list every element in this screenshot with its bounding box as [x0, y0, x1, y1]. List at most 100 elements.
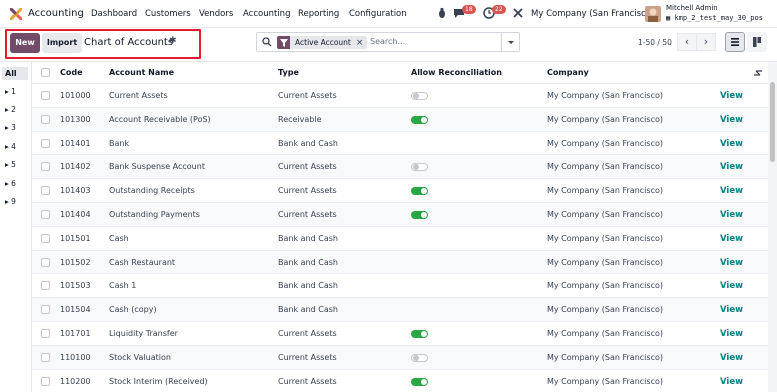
menu-customers[interactable]: Customers [145, 9, 191, 19]
row-checkbox[interactable] [41, 329, 50, 338]
row-checkbox[interactable] [41, 352, 50, 362]
table-row[interactable]: 101701 Liquidity Transfer Current Assets My… [32, 322, 768, 346]
column-header-allow-reconciliation[interactable]: Allow Reconciliation [411, 68, 502, 77]
side-filter-item-label: 2 [11, 105, 16, 114]
cell-code: 101501 [60, 233, 91, 243]
search-bar[interactable]: Active Account × Search... [256, 32, 520, 52]
reconciliation-toggle[interactable] [411, 353, 428, 362]
row-checkbox[interactable] [41, 138, 50, 148]
side-filter-item[interactable]: ▸ 9 [5, 197, 16, 206]
user-avatar[interactable] [645, 6, 661, 22]
reconciliation-toggle[interactable] [411, 163, 428, 172]
view-button[interactable]: View [720, 186, 743, 196]
view-button[interactable]: View [720, 162, 743, 172]
table-row[interactable]: 101300 Account Receivable (PoS) Receivable… [32, 107, 768, 132]
table-row[interactable]: 101503 Cash 1 Bank and Cash My Company (San… [32, 274, 768, 299]
search-options-toggle[interactable] [501, 33, 519, 51]
page-title: Chart of Accounts [84, 37, 174, 48]
reconciliation-toggle[interactable] [411, 330, 428, 338]
reconciliation-toggle[interactable] [411, 187, 428, 196]
cell-company: My Company (San Francisco) [547, 162, 663, 172]
row-checkbox[interactable] [41, 233, 50, 243]
cell-company: My Company (San Francisco) [547, 138, 663, 148]
select-all-checkbox[interactable] [41, 68, 50, 77]
scrollbar-thumb[interactable] [770, 82, 775, 162]
new-button[interactable]: New [10, 33, 40, 53]
view-button[interactable]: View [720, 210, 743, 220]
menu-reporting[interactable]: Reporting [298, 9, 339, 19]
column-header-code[interactable]: Code [60, 68, 83, 77]
reconciliation-toggle[interactable] [411, 211, 428, 219]
side-filter-item[interactable]: ▸ 2 [5, 105, 16, 114]
accounting-app-icon[interactable] [10, 8, 22, 20]
view-button[interactable]: View [720, 258, 743, 268]
table-row[interactable]: 101000 Current Assets Current Assets My Com… [32, 84, 768, 108]
column-header-company[interactable]: Company [547, 68, 589, 77]
debug-bug-icon[interactable] [436, 7, 448, 19]
side-filter-item[interactable]: ▸ 6 [5, 179, 16, 188]
view-button[interactable]: View [720, 115, 743, 125]
pager-next-button[interactable]: › [696, 33, 716, 51]
table-row[interactable]: 110200 Stock Interim (Received) Current As… [32, 370, 768, 392]
column-header-account-name[interactable]: Account Name [109, 68, 174, 77]
filter-facet[interactable]: Active Account × [277, 36, 368, 49]
view-button[interactable]: View [720, 234, 743, 244]
view-button[interactable]: View [720, 329, 743, 339]
row-checkbox[interactable] [41, 281, 50, 291]
side-filter-item[interactable]: ▸ 3 [5, 123, 16, 132]
menu-vendors[interactable]: Vendors [199, 9, 233, 19]
menu-dashboard[interactable]: Dashboard [91, 9, 137, 19]
table-row[interactable]: 101401 Bank Bank and Cash My Company (San F… [32, 132, 768, 156]
table-row[interactable]: 101501 Cash Bank and Cash My Company (San F… [32, 227, 768, 251]
cell-type: Bank and Cash [278, 281, 338, 291]
side-filter-item[interactable]: ▸ 1 [5, 87, 16, 96]
reconciliation-toggle[interactable] [411, 377, 428, 386]
table-row[interactable]: 110100 Stock Valuation Current Assets My Co… [32, 345, 768, 370]
tools-icon[interactable] [512, 7, 524, 19]
row-checkbox[interactable] [41, 376, 50, 386]
table-row[interactable]: 101504 Cash (copy) Bank and Cash My Company… [32, 298, 768, 322]
cell-account-name: Outstanding Receipts [109, 186, 195, 196]
table-row[interactable]: 101403 Outstanding Receipts Current Assets… [32, 179, 768, 203]
reconciliation-toggle[interactable] [411, 92, 428, 100]
menu-accounting[interactable]: Accounting [243, 9, 290, 19]
list-view-icon [731, 38, 739, 46]
menu-configuration[interactable]: Configuration [349, 9, 407, 19]
vertical-scrollbar[interactable] [768, 62, 777, 392]
table-row[interactable]: 101402 Bank Suspense Account Current Asset… [32, 155, 768, 180]
side-filter-item[interactable]: ▸ 4 [5, 142, 16, 151]
view-button[interactable]: View [720, 281, 743, 291]
remove-facet-icon[interactable]: × [356, 38, 368, 48]
cell-account-name: Cash [109, 233, 129, 243]
cell-company: My Company (San Francisco) [547, 281, 663, 291]
import-button[interactable]: Import [42, 33, 82, 53]
side-filter-all[interactable]: All [2, 67, 28, 80]
side-filter-item[interactable]: ▸ 5 [5, 160, 16, 169]
app-name[interactable]: Accounting [28, 8, 84, 19]
optional-columns-icon[interactable] [753, 68, 763, 78]
pager-value[interactable]: 1-50 / 50 [638, 38, 672, 47]
view-button[interactable]: View [720, 353, 743, 363]
search-input[interactable]: Search... [370, 37, 405, 46]
column-header-type[interactable]: Type [278, 68, 299, 77]
view-button[interactable]: View [720, 377, 743, 387]
company-switcher[interactable]: My Company (San Francisco) [531, 9, 654, 19]
row-checkbox[interactable] [41, 114, 50, 124]
row-checkbox[interactable] [41, 305, 50, 315]
view-button[interactable]: View [720, 139, 743, 149]
row-checkbox[interactable] [41, 162, 50, 172]
gear-icon[interactable]: ✱ [169, 36, 177, 46]
reconciliation-toggle[interactable] [411, 115, 428, 124]
table-row[interactable]: 101502 Cash Restaurant Bank and Cash My Com… [32, 250, 768, 275]
table-row[interactable]: 101404 Outstanding Payments Current Assets… [32, 203, 768, 227]
row-checkbox[interactable] [41, 91, 50, 100]
row-checkbox[interactable] [41, 210, 50, 219]
kanban-view-button[interactable] [747, 32, 767, 52]
user-name[interactable]: Mitchell Admin [666, 4, 718, 12]
view-button[interactable]: View [720, 91, 743, 101]
pager-previous-button[interactable]: ‹ [677, 33, 697, 51]
row-checkbox[interactable] [41, 186, 50, 196]
row-checkbox[interactable] [41, 257, 50, 267]
view-button[interactable]: View [720, 305, 743, 315]
list-view-button[interactable] [725, 32, 745, 52]
